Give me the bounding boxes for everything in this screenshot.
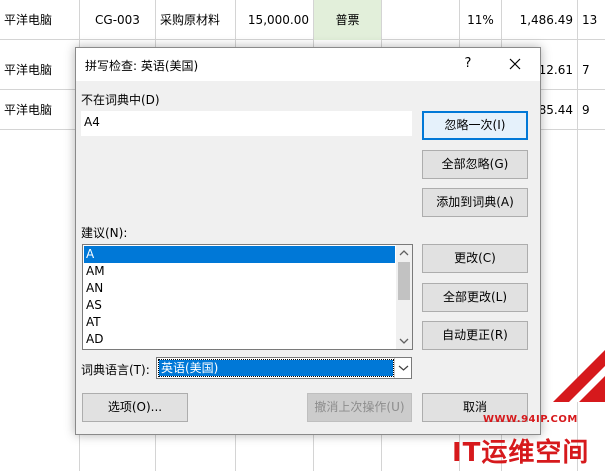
- cell-invoice-type[interactable]: 普票: [314, 0, 382, 40]
- close-button[interactable]: [501, 50, 529, 78]
- options-button[interactable]: 选项(O)...: [82, 393, 188, 422]
- dictionary-language-label: 词典语言(T):: [81, 363, 150, 377]
- suggestions-label: 建议(N):: [81, 226, 128, 240]
- chevron-down-icon: [398, 365, 409, 371]
- cell-purpose[interactable]: 采购原材料: [156, 0, 236, 40]
- dropdown-button[interactable]: [394, 358, 411, 378]
- chevron-down-icon: [399, 338, 409, 344]
- scroll-up-arrow[interactable]: [396, 245, 412, 261]
- ignore-all-button[interactable]: 全部忽略(G): [422, 150, 528, 179]
- cell-tax[interactable]: 1,486.49: [502, 0, 578, 40]
- dialog-title: 拼写检查: 英语(美国): [85, 59, 199, 73]
- undo-last-button[interactable]: 撤消上次操作(U): [307, 393, 412, 422]
- list-item[interactable]: AM: [84, 263, 395, 280]
- cell-empty[interactable]: [382, 0, 460, 40]
- scroll-down-arrow[interactable]: [396, 333, 412, 349]
- dictionary-language-value: 英语(美国): [158, 359, 394, 377]
- list-item[interactable]: AD: [84, 331, 395, 348]
- cell-company[interactable]: 平洋电脑: [0, 50, 80, 90]
- cell-company[interactable]: 平洋电脑: [0, 0, 80, 40]
- chevron-up-icon: [399, 250, 409, 256]
- cell-total[interactable]: 7: [578, 50, 605, 90]
- dialog-titlebar[interactable]: 拼写检查: 英语(美国) ?: [76, 48, 540, 81]
- list-item[interactable]: AN: [84, 280, 395, 297]
- list-item[interactable]: AS: [84, 297, 395, 314]
- cell-total[interactable]: 9: [578, 90, 605, 130]
- dictionary-language-select[interactable]: 英语(美国): [156, 357, 412, 379]
- cell-tax-rate[interactable]: 11%: [460, 0, 502, 40]
- watermark-site: WWW.94IP.COM: [483, 414, 578, 425]
- autocorrect-button[interactable]: 自动更正(R): [422, 321, 528, 350]
- suggestions-scrollbar[interactable]: [396, 245, 412, 349]
- close-icon: [509, 58, 521, 70]
- ignore-once-button[interactable]: 忽略一次(I): [422, 111, 528, 140]
- watermark-ribbon-icon: [553, 350, 605, 402]
- help-button[interactable]: ?: [457, 50, 479, 78]
- spell-check-dialog: 拼写检查: 英语(美国) ? 不在词典中(D) A4 忽略一次(I) 全部忽略(…: [75, 47, 541, 435]
- scrollbar-thumb[interactable]: [398, 262, 410, 300]
- table-row: 平洋电脑 CG-003 采购原材料 15,000.00 普票 11% 1,486…: [0, 0, 605, 40]
- not-in-dictionary-textbox[interactable]: A4: [81, 111, 412, 136]
- suggestions-list[interactable]: A AM AN AS AT AD: [82, 244, 413, 350]
- change-button[interactable]: 更改(C): [422, 244, 528, 273]
- add-to-dictionary-button[interactable]: 添加到词典(A): [422, 188, 528, 217]
- list-item[interactable]: AT: [84, 314, 395, 331]
- not-in-dictionary-label: 不在词典中(D): [81, 93, 160, 107]
- cell-amount[interactable]: 15,000.00: [236, 0, 314, 40]
- cell-total[interactable]: 13: [578, 0, 605, 40]
- cell-code[interactable]: CG-003: [80, 0, 156, 40]
- change-all-button[interactable]: 全部更改(L): [422, 283, 528, 312]
- cell-company[interactable]: 平洋电脑: [0, 90, 80, 130]
- list-item[interactable]: A: [84, 246, 395, 263]
- watermark-brand: IT运维空间: [452, 438, 590, 468]
